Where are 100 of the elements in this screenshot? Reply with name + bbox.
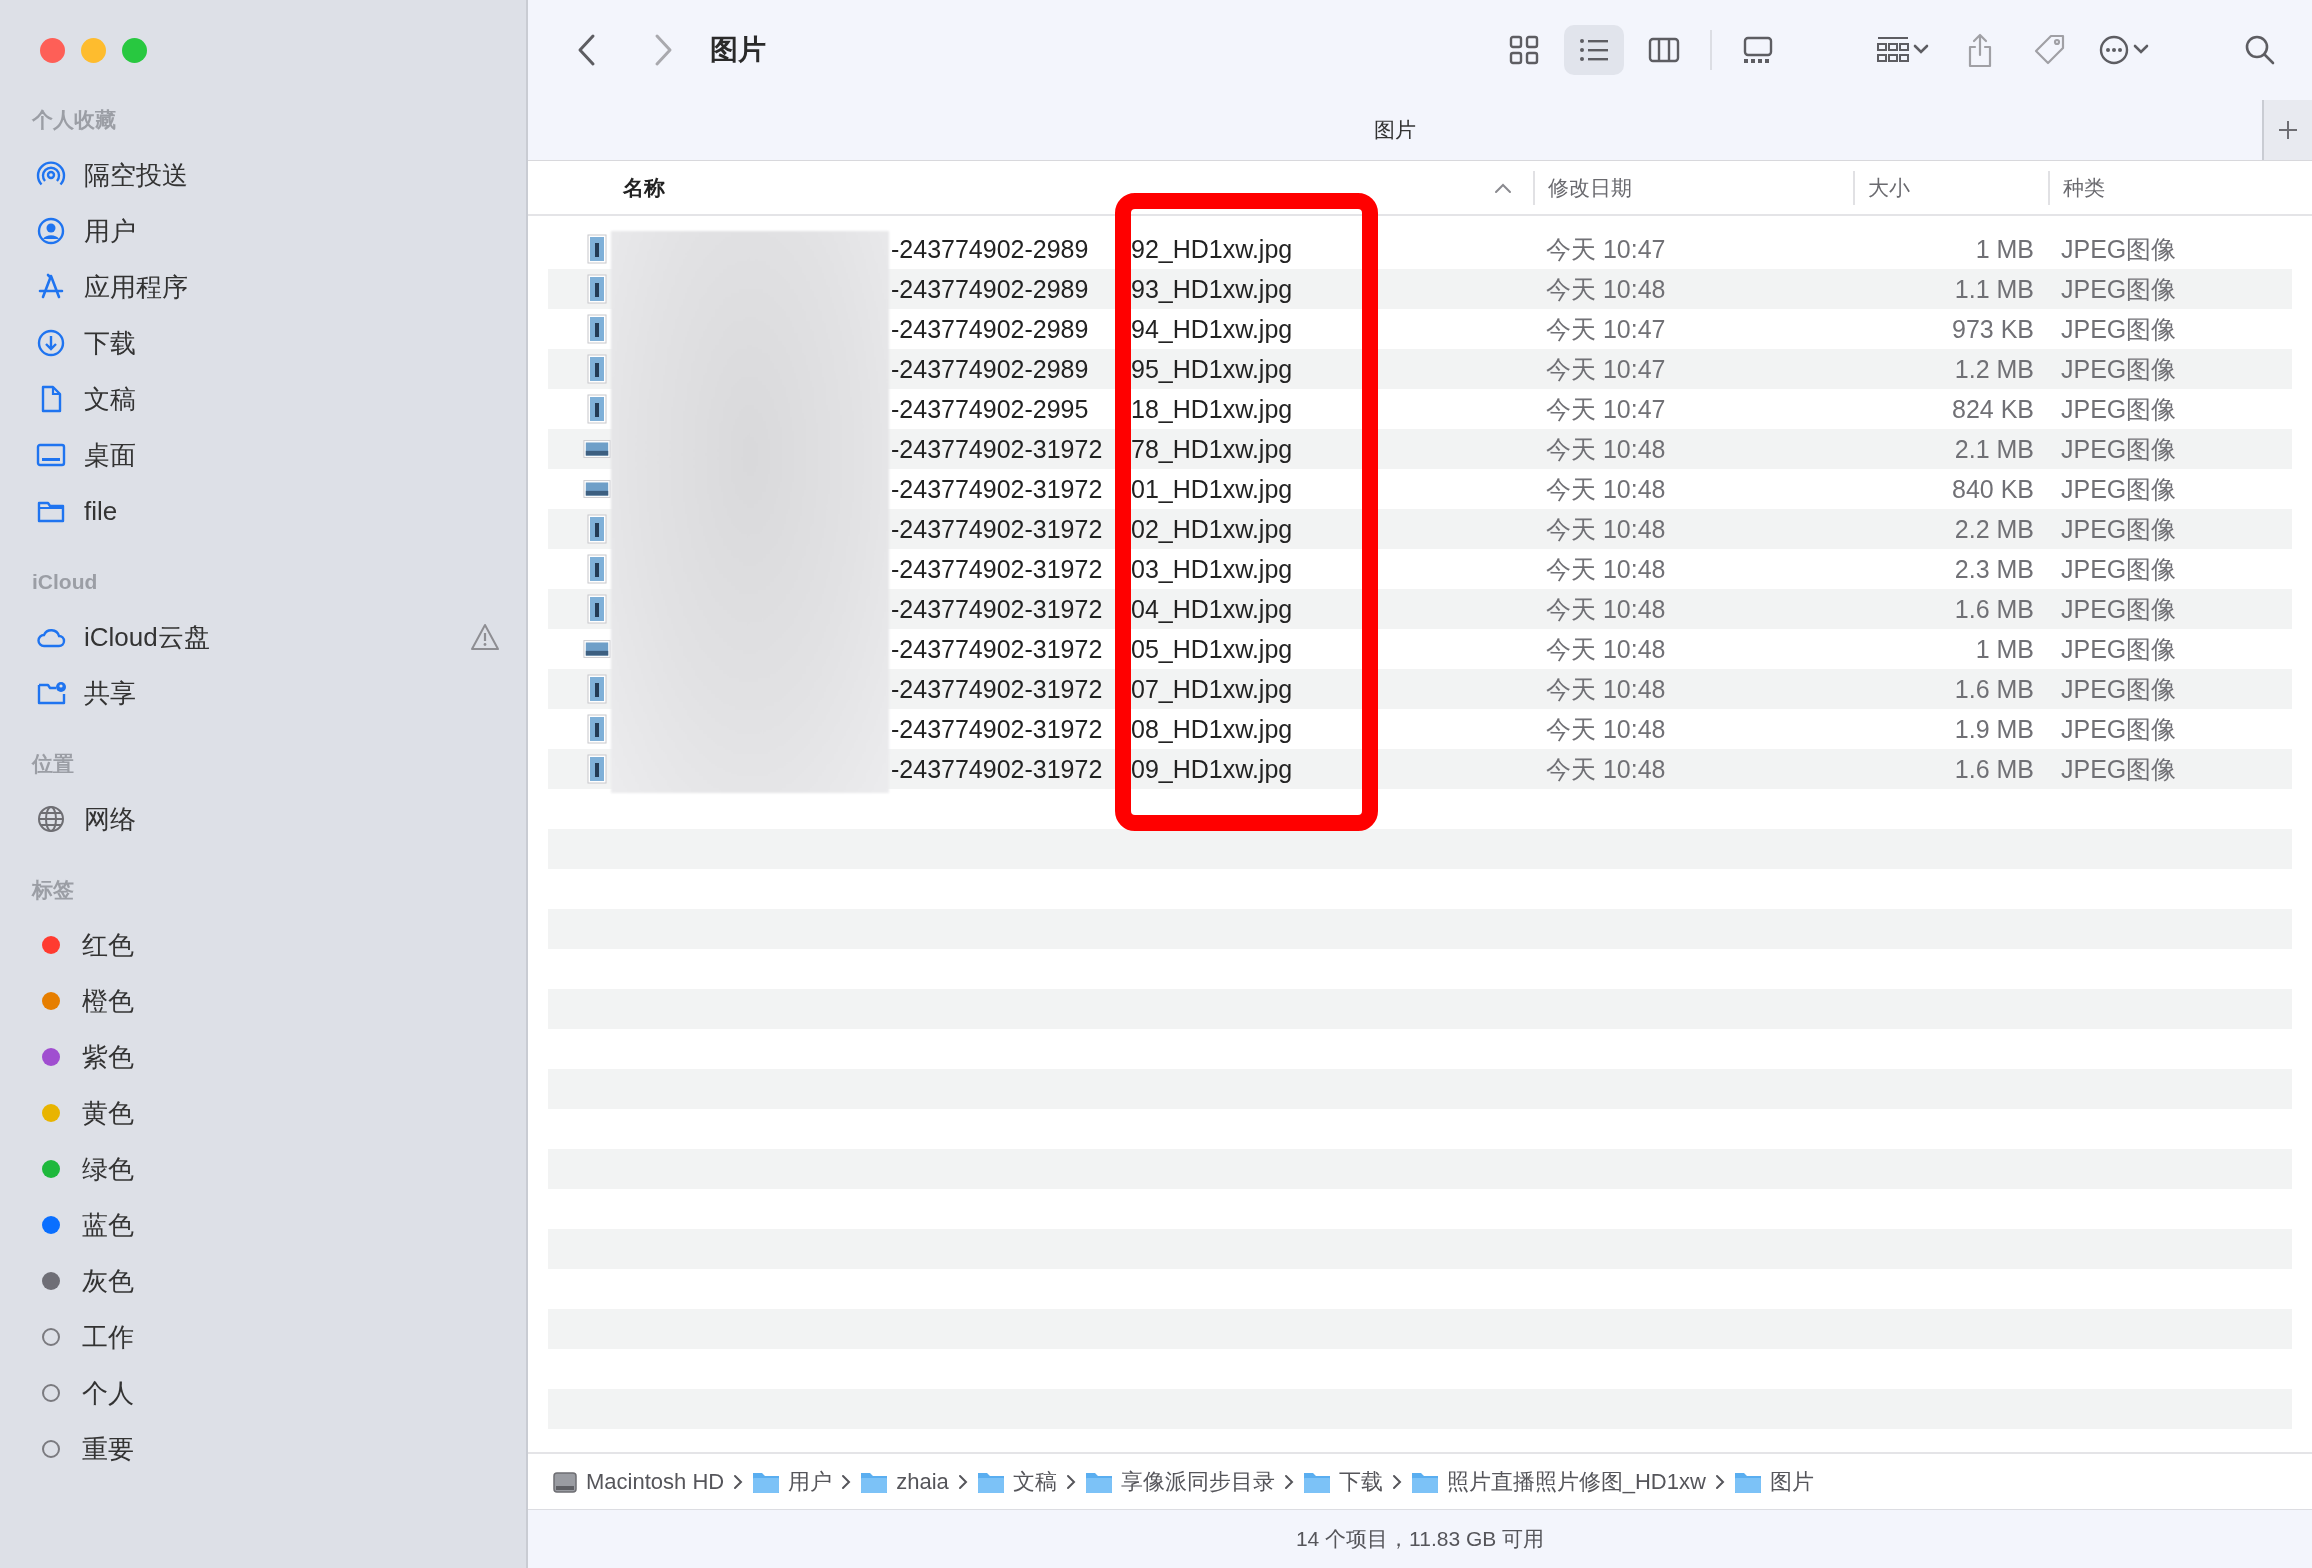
file-size: 973 KB bbox=[1951, 314, 2034, 344]
sidebar-item[interactable]: 应用程序 bbox=[32, 259, 500, 315]
file-name-fragment: 18_HD1xw.jpg bbox=[1131, 394, 1294, 424]
photo-thumbnail bbox=[587, 354, 607, 384]
chevron-right-icon bbox=[840, 1473, 853, 1490]
sidebar-item[interactable]: 桌面 bbox=[32, 427, 500, 483]
file-size: 1.6 MB bbox=[1953, 754, 2034, 784]
user-circle-icon bbox=[36, 216, 66, 246]
window-title: 图片 bbox=[710, 33, 766, 67]
modified-date: 今天 10:47 bbox=[1546, 233, 1667, 265]
globe-icon bbox=[36, 804, 66, 834]
file-kind: JPEG图像 bbox=[2060, 633, 2178, 665]
modified-date: 今天 10:48 bbox=[1546, 713, 1667, 745]
column-header[interactable]: 修改日期 bbox=[1533, 170, 1853, 205]
file-name-fragment: 02_HD1xw.jpg bbox=[1131, 514, 1294, 544]
sidebar-item[interactable]: 紫色 bbox=[32, 1029, 500, 1085]
status-text: 14 个项目，11.83 GB 可用 bbox=[1295, 1526, 1545, 1552]
file-size: 1 MB bbox=[1974, 634, 2034, 664]
path-item[interactable]: 图片 bbox=[1733, 1466, 1814, 1497]
file-name-fragment: -243774902-2989 bbox=[891, 274, 1090, 304]
file-kind: JPEG图像 bbox=[2060, 433, 2178, 465]
modified-date: 今天 10:47 bbox=[1546, 313, 1667, 345]
sidebar-section-title: 个人收藏 bbox=[32, 107, 117, 133]
file-name-fragment: -243774902-31972 bbox=[891, 554, 1104, 584]
modified-date: 今天 10:48 bbox=[1546, 553, 1667, 585]
file-name-fragment: 78_HD1xw.jpg bbox=[1131, 434, 1294, 464]
file-name-fragment: -243774902-31972 bbox=[891, 514, 1104, 544]
file-kind: JPEG图像 bbox=[2060, 673, 2178, 705]
photo-thumbnail bbox=[587, 714, 607, 744]
column-header[interactable]: 大小 bbox=[1853, 170, 2048, 205]
file-name-fragment: 08_HD1xw.jpg bbox=[1131, 714, 1294, 744]
sidebar-item[interactable]: 网络 bbox=[32, 791, 500, 847]
sidebar-item[interactable]: 个人 bbox=[32, 1365, 500, 1421]
photo-thumbnail bbox=[587, 554, 607, 584]
file-size: 2.1 MB bbox=[1953, 434, 2034, 464]
sidebar-item[interactable]: 重要 bbox=[32, 1421, 500, 1477]
tag-icon bbox=[2033, 33, 2067, 67]
tab-title[interactable]: 图片 bbox=[528, 116, 2262, 144]
view-mode-button[interactable] bbox=[1564, 25, 1624, 75]
modified-date: 今天 10:48 bbox=[1546, 433, 1667, 465]
column-header[interactable]: 名称 bbox=[623, 170, 1493, 205]
file-name-fragment: -243774902-31972 bbox=[891, 674, 1104, 704]
file-name-fragment: -243774902-31972 bbox=[891, 714, 1104, 744]
file-kind: JPEG图像 bbox=[2060, 233, 2178, 265]
sidebar-item[interactable]: 文稿 bbox=[32, 371, 500, 427]
path-item[interactable]: 用户 bbox=[752, 1466, 833, 1497]
file-name-fragment: -243774902-31972 bbox=[891, 434, 1104, 464]
sidebar-item[interactable]: 黄色 bbox=[32, 1085, 500, 1141]
modified-date: 今天 10:48 bbox=[1546, 593, 1667, 625]
file-name-fragment: 09_HD1xw.jpg bbox=[1131, 754, 1294, 784]
modified-date: 今天 10:47 bbox=[1546, 393, 1667, 425]
file-kind: JPEG图像 bbox=[2060, 593, 2178, 625]
new-tab-button[interactable] bbox=[2262, 100, 2312, 160]
tag-ring bbox=[42, 1328, 60, 1346]
file-name-fragment: 03_HD1xw.jpg bbox=[1131, 554, 1294, 584]
file-name-fragment: 01_HD1xw.jpg bbox=[1131, 474, 1294, 504]
chevron-right-icon bbox=[1282, 1473, 1295, 1490]
sidebar-item[interactable]: 用户 bbox=[32, 203, 500, 259]
sidebar-item[interactable]: 工作 bbox=[32, 1309, 500, 1365]
file-size: 2.3 MB bbox=[1953, 554, 2034, 584]
photo-thumbnail bbox=[587, 514, 607, 544]
file-size: 1.6 MB bbox=[1953, 674, 2034, 704]
modified-date: 今天 10:47 bbox=[1546, 353, 1667, 385]
modified-date: 今天 10:48 bbox=[1546, 633, 1667, 665]
sidebar-item[interactable]: file bbox=[32, 483, 500, 539]
photo-thumbnail bbox=[587, 234, 607, 264]
photo-thumbnail bbox=[587, 274, 607, 304]
file-size: 1.2 MB bbox=[1953, 354, 2034, 384]
sidebar-item[interactable]: 绿色 bbox=[32, 1141, 500, 1197]
sidebar-item[interactable]: 灰色 bbox=[32, 1253, 500, 1309]
file-name-fragment: -243774902-31972 bbox=[891, 634, 1104, 664]
sidebar-item[interactable]: iCloud云盘 bbox=[32, 609, 500, 665]
photo-thumbnail bbox=[587, 314, 607, 344]
sidebar-item[interactable]: 下载 bbox=[32, 315, 500, 371]
file-size: 1.1 MB bbox=[1953, 274, 2034, 304]
photo-thumbnail bbox=[583, 639, 611, 659]
path-item[interactable]: 下载 bbox=[1302, 1466, 1383, 1497]
path-item[interactable]: 文稿 bbox=[976, 1466, 1057, 1497]
path-item[interactable]: Macintosh HD bbox=[552, 1468, 725, 1495]
sidebar-item[interactable]: 隔空投送 bbox=[32, 147, 500, 203]
photo-thumbnail bbox=[587, 594, 607, 624]
sidebar-item[interactable]: 橙色 bbox=[32, 973, 500, 1029]
photo-thumbnail bbox=[583, 479, 611, 499]
file-name-fragment: 92_HD1xw.jpg bbox=[1131, 234, 1294, 264]
sidebar-item[interactable]: 红色 bbox=[32, 917, 500, 973]
sidebar-section-title: 标签 bbox=[32, 877, 75, 903]
file-name-fragment: -243774902-31972 bbox=[891, 594, 1104, 624]
path-item[interactable]: 享像派同步目录 bbox=[1084, 1466, 1275, 1497]
sidebar-item[interactable]: 蓝色 bbox=[32, 1197, 500, 1253]
gallery-view-icon bbox=[1742, 34, 1774, 66]
path-item[interactable]: zhaia bbox=[860, 1468, 949, 1495]
sidebar-section-title: 位置 bbox=[32, 751, 75, 777]
file-name-fragment: 94_HD1xw.jpg bbox=[1131, 314, 1294, 344]
file-name-fragment: 05_HD1xw.jpg bbox=[1131, 634, 1294, 664]
search-icon bbox=[2244, 34, 2276, 66]
file-name-fragment: -243774902-2989 bbox=[891, 354, 1090, 384]
path-item[interactable]: 照片直播照片修图_HD1xw bbox=[1410, 1466, 1706, 1497]
sidebar-item[interactable]: 共享 bbox=[32, 665, 500, 721]
column-header[interactable]: 种类 bbox=[2048, 170, 2312, 205]
plus-icon bbox=[2277, 119, 2299, 141]
